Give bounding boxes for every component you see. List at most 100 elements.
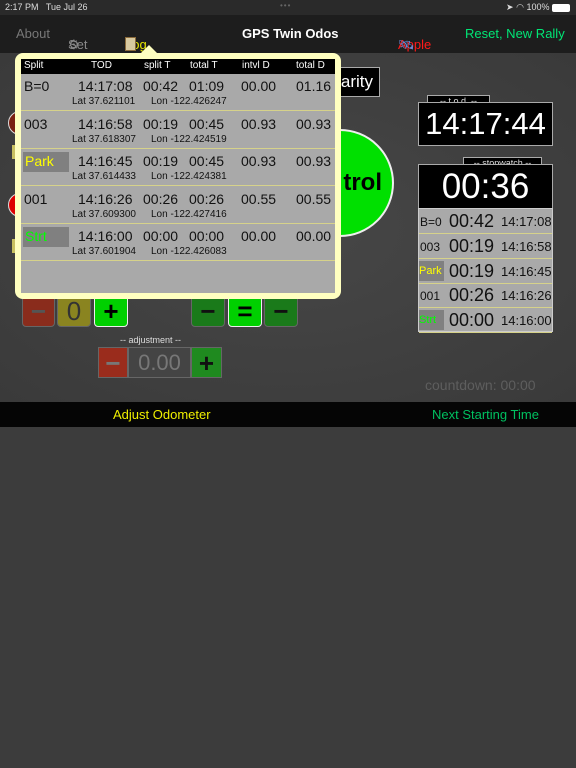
split-time: 00:42: [449, 211, 495, 231]
split-name: Strt: [23, 227, 69, 247]
adjustment-field[interactable]: 0.00: [128, 347, 191, 378]
split-tod: 14:16:26: [501, 288, 552, 304]
bottom-bar: Adjust Odometer Next Starting Time: [0, 402, 576, 427]
split-tod: 14:17:08: [501, 214, 552, 229]
status-time: 2:17 PM Tue Jul 26: [5, 2, 88, 12]
tod-display: 14:17:44: [418, 102, 553, 146]
tod: 14:17:08: [78, 78, 133, 94]
log-row[interactable]: Park 14:16:45 00:19 00:45 00.93 00.93 La…: [21, 149, 335, 186]
stopwatch-split-row[interactable]: B=0 00:42 14:17:08: [419, 209, 552, 234]
latitude: Lat 37.601904: [72, 246, 136, 257]
total-distance: 01.16: [296, 78, 332, 94]
split-time: 00:19: [449, 260, 495, 281]
app-title: GPS Twin Odos: [242, 26, 339, 41]
header-tod: TOD: [91, 60, 112, 71]
total-distance: 00.93: [296, 115, 332, 132]
split-name: 001: [420, 289, 441, 304]
log-row[interactable]: 001 14:16:26 00:26 00:26 00.55 00.55 Lat…: [21, 187, 335, 224]
log-row[interactable]: B=0 14:17:08 00:42 01:09 00.00 01.16 Lat…: [21, 74, 335, 111]
header-total-d: total D: [296, 60, 325, 71]
longitude: Lon -122.424381: [151, 171, 227, 182]
about-button[interactable]: About: [16, 26, 50, 41]
clipboard-icon: [125, 37, 136, 51]
total-time: 00:45: [189, 153, 225, 169]
battery-icon: [552, 3, 570, 12]
total-distance: 00.55: [296, 190, 332, 207]
minus-button[interactable]: −: [264, 295, 298, 327]
status-bar: 2:17 PM Tue Jul 26 ••• ➤ ◠ 100%: [0, 0, 576, 15]
split-tod: 14:16:58: [501, 238, 552, 254]
split-time: 00:26: [143, 190, 179, 207]
status-right: ➤ ◠ 100%: [506, 2, 570, 13]
split-time: 00:19: [143, 115, 179, 132]
next-starting-time-button[interactable]: Next Starting Time: [432, 407, 539, 422]
adjust-minus-button[interactable]: −: [98, 347, 128, 378]
log-popover: Split TOD split T total T intvl D total …: [15, 53, 341, 299]
log-row[interactable]: Strt 14:16:00 00:00 00:00 00.00 00.00 La…: [21, 224, 335, 261]
header-total-t: total T: [190, 60, 218, 71]
reset-button[interactable]: Reset, New Rally: [465, 26, 565, 41]
total-time: 01:09: [189, 78, 225, 94]
adjust-odometer-button[interactable]: Adjust Odometer: [113, 407, 211, 422]
total-time: 00:45: [189, 115, 225, 132]
split-name: Park: [419, 260, 444, 281]
tod: 14:16:26: [78, 190, 133, 207]
tod: 14:16:58: [78, 115, 133, 132]
split-name: B=0: [24, 78, 50, 94]
tod: 14:16:00: [78, 228, 133, 244]
total-distance: 00.00: [296, 228, 332, 244]
interval-distance: 00.55: [241, 190, 277, 207]
stopwatch-split-row[interactable]: Park 00:19 14:16:45: [419, 259, 552, 284]
stopwatch-split-row[interactable]: Strt 00:00 14:16:00: [419, 308, 552, 334]
adjust-plus-button[interactable]: +: [191, 347, 222, 378]
header-split-t: split T: [144, 60, 171, 71]
equals-button[interactable]: =: [228, 295, 262, 327]
latitude: Lat 37.621101: [72, 96, 136, 107]
split-name: B=0: [420, 215, 442, 229]
log-table-header: Split TOD split T total T intvl D total …: [21, 59, 335, 74]
split-name: 003: [420, 239, 441, 254]
total-time: 00:00: [189, 228, 225, 244]
total-time: 00:26: [189, 190, 225, 207]
zero-button[interactable]: 0: [57, 295, 91, 327]
multitask-dots-icon[interactable]: •••: [280, 1, 291, 10]
split-time: 00:00: [449, 310, 495, 331]
split-name: Park: [23, 152, 69, 172]
latitude: Lat 37.618307: [72, 133, 136, 145]
split-name: Strt: [419, 310, 444, 331]
wifi-icon: ◠: [516, 2, 524, 12]
countdown-label: countdown: 00:00: [425, 377, 536, 393]
interval-distance: 00.93: [241, 153, 277, 169]
minus-button[interactable]: −: [22, 295, 55, 327]
total-distance: 00.93: [296, 153, 332, 169]
adjustment-label: -- adjustment --: [120, 335, 182, 345]
split-tod: 14:16:45: [501, 263, 552, 279]
split-time: 00:19: [449, 235, 495, 256]
longitude: Lon -122.426247: [151, 96, 227, 107]
split-time: 00:42: [143, 78, 179, 94]
latitude: Lat 37.614433: [72, 171, 136, 182]
interval-distance: 00.93: [241, 115, 277, 132]
split-name: 001: [24, 190, 48, 207]
split-time: 00:00: [143, 228, 179, 244]
split-time: 00:26: [449, 285, 495, 306]
interval-distance: 00.00: [241, 78, 277, 94]
tod: 14:16:45: [78, 153, 133, 169]
split-name: 003: [24, 115, 48, 132]
interval-distance: 00.00: [241, 228, 277, 244]
log-row[interactable]: 003 14:16:58 00:19 00:45 00.93 00.93 Lat…: [21, 112, 335, 149]
nav-bar: About ⚙ Set Log GPS Twin Odos Apple 🛰 Re…: [0, 15, 576, 53]
log-table: Split TOD split T total T intvl D total …: [21, 59, 335, 293]
stopwatch-split-row[interactable]: 001 00:26 14:16:26: [419, 283, 552, 309]
satellite-icon: 🛰: [398, 37, 415, 52]
latitude: Lat 37.609300: [72, 208, 136, 220]
regularity-button[interactable]: arity: [336, 67, 380, 97]
plus-button[interactable]: +: [94, 295, 128, 327]
minus-button[interactable]: −: [191, 295, 225, 327]
stopwatch-splits: B=0 00:42 14:17:08 003 00:19 14:16:58 Park…: [418, 208, 553, 334]
header-intvl-d: intvl D: [242, 60, 270, 71]
stopwatch-display[interactable]: 00:36: [418, 164, 553, 209]
longitude: Lon -122.424519: [151, 133, 227, 145]
stopwatch-split-row[interactable]: 003 00:19 14:16:58: [419, 234, 552, 259]
split-tod: 14:16:00: [501, 313, 552, 329]
